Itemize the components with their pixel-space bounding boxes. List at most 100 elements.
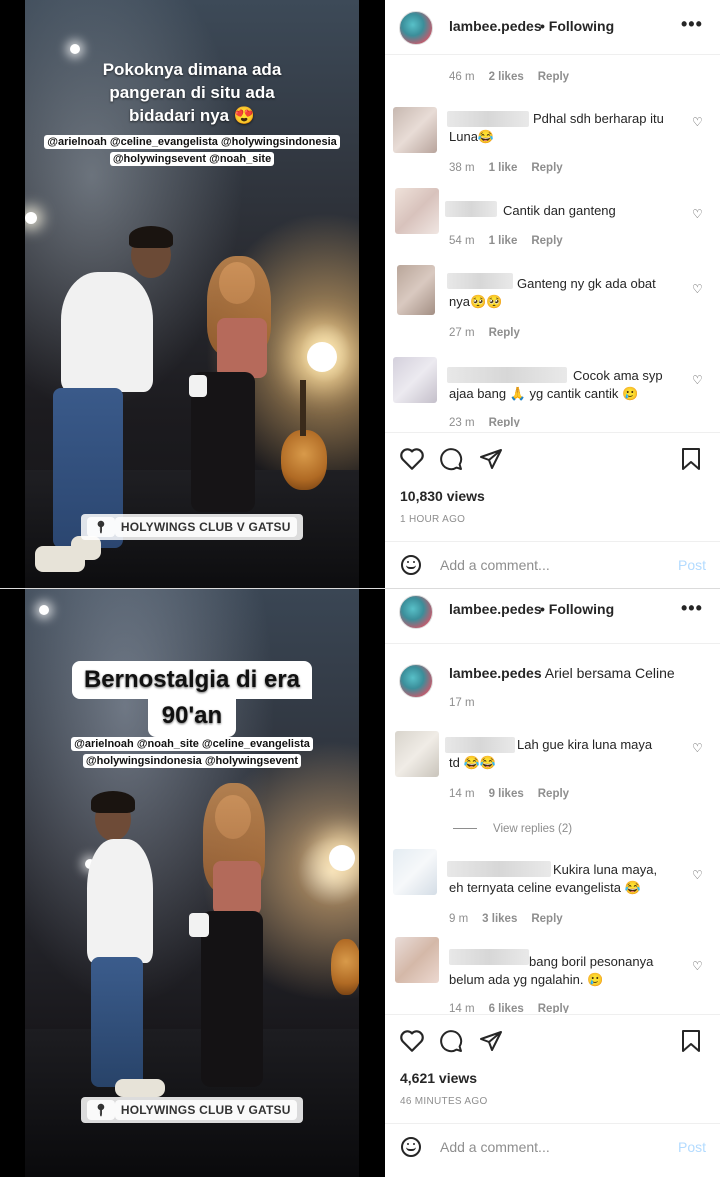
guitar-neck (300, 380, 306, 436)
woman-top (217, 318, 267, 378)
mention-tag[interactable]: @holywingsindonesia @holywingsevent (82, 754, 302, 768)
bookmark-icon[interactable] (681, 447, 701, 471)
comment-likes[interactable]: 1 like (489, 235, 518, 247)
comment-likes[interactable]: 2 likes (489, 71, 524, 83)
like-heart-icon[interactable]: ♡ (692, 282, 703, 296)
story-mentions: @arielnoah @noah_site @celine_evangelist… (25, 737, 359, 769)
more-icon[interactable]: ••• (681, 14, 703, 35)
avatar[interactable] (395, 731, 439, 777)
comment-likes[interactable]: 3 likes (482, 913, 517, 925)
more-icon[interactable]: ••• (681, 598, 703, 619)
following-label: Following (548, 18, 615, 34)
post-timestamp[interactable]: 1 HOUR AGO (400, 514, 465, 525)
avatar[interactable] (393, 357, 437, 403)
comment-meta: 27 m Reply (449, 327, 520, 339)
avatar[interactable] (393, 107, 437, 153)
mention-tag[interactable]: @arielnoah @noah_site @celine_evangelist… (71, 737, 313, 751)
avatar[interactable] (395, 937, 439, 983)
comment-icon[interactable] (439, 1029, 463, 1053)
comment-icon[interactable] (439, 447, 463, 471)
post-button[interactable]: Post (678, 1139, 706, 1155)
like-heart-icon[interactable]: ♡ (692, 868, 703, 882)
comment-time: 9 m (449, 913, 469, 925)
caption-line: pangeran di situ ada (109, 83, 275, 102)
avatar[interactable] (395, 188, 439, 234)
reply-button[interactable]: Reply (538, 1003, 569, 1013)
avatar[interactable] (393, 849, 437, 895)
avatar[interactable] (397, 265, 435, 315)
following-status[interactable]: • Following (540, 18, 614, 34)
comment-text: Luna😂 (449, 129, 495, 144)
comment-text: bang boril pesonanya (529, 954, 654, 969)
reply-button[interactable]: Reply (489, 327, 520, 339)
following-label: Following (548, 601, 615, 617)
comment-text: Ganteng ny gk ada obat (517, 276, 656, 291)
singer-hair (129, 226, 173, 248)
view-count[interactable]: 10,830 views (400, 488, 485, 504)
story-media[interactable]: Bernostalgia di era 90'an @arielnoah @no… (25, 589, 359, 1177)
share-icon[interactable] (479, 1029, 503, 1053)
comment-time: 17 m (449, 697, 475, 709)
like-heart-icon[interactable]: ♡ (692, 207, 703, 221)
avatar[interactable] (399, 11, 433, 45)
emoji-icon[interactable] (401, 555, 421, 575)
comment-text: nya🥺🥺 (449, 294, 503, 309)
like-heart-icon[interactable]: ♡ (692, 959, 703, 973)
avatar[interactable] (399, 595, 433, 629)
redacted-username (447, 861, 551, 877)
username-link[interactable]: lambee.pedes (449, 665, 542, 681)
post-button[interactable]: Post (678, 557, 706, 573)
post-timestamp[interactable]: 46 MINUTES AGO (400, 1096, 488, 1107)
redacted-username (447, 273, 513, 289)
share-icon[interactable] (479, 447, 503, 471)
avatar[interactable] (399, 664, 433, 698)
comment-input[interactable]: Add a comment... (440, 557, 550, 573)
heart-icon[interactable] (399, 447, 425, 471)
singer-shirt (87, 839, 153, 963)
heart-icon[interactable] (399, 1029, 425, 1053)
location-sticker[interactable]: 📍︎ HOLYWINGS CLUB V GATSU (25, 1097, 359, 1123)
mention-tag[interactable]: @arielnoah @celine_evangelista @holywing… (44, 135, 340, 149)
comment-time: 27 m (449, 327, 475, 339)
post-header: lambee.pedes • Following ••• (385, 589, 720, 644)
comment-meta: 9 m 3 likes Reply (449, 913, 563, 925)
comment-text: td 😂😂 (449, 755, 496, 770)
comment-input[interactable]: Add a comment... (440, 1139, 550, 1155)
reply-button[interactable]: Reply (538, 71, 569, 83)
woman-top (213, 861, 261, 915)
like-heart-icon[interactable]: ♡ (692, 741, 703, 755)
story-media[interactable]: Pokoknya dimana ada pangeran di situ ada… (25, 0, 359, 588)
caption-line: bidadari nya 😍 (128, 106, 256, 125)
letterbox-left (0, 0, 25, 588)
view-replies-button[interactable]: View replies (2) (453, 823, 572, 835)
like-heart-icon[interactable]: ♡ (692, 115, 703, 129)
comment-likes[interactable]: 9 likes (489, 788, 524, 800)
location-sticker[interactable]: 📍︎ HOLYWINGS CLUB V GATSU (25, 514, 359, 540)
reply-button[interactable]: Reply (531, 235, 562, 247)
post-2: Bernostalgia di era 90'an @arielnoah @no… (0, 588, 720, 1177)
comment-likes[interactable]: 1 like (489, 162, 518, 174)
comment-meta: 54 m 1 like Reply (449, 235, 563, 247)
comment-text: Cantik dan ganteng (503, 203, 616, 218)
bookmark-icon[interactable] (681, 1029, 701, 1053)
comments-list[interactable]: lambee.pedes Ariel bersama Celine 17 m L… (385, 639, 720, 1013)
following-status[interactable]: • Following (540, 601, 614, 617)
comments-list[interactable]: 46 m2 likes Reply Pdhal sdh berharap itu … (385, 55, 720, 427)
reply-button[interactable]: Reply (489, 417, 520, 427)
emoji-icon[interactable] (401, 1137, 421, 1157)
comment-text: Lah gue kira luna maya (517, 737, 653, 752)
reply-button[interactable]: Reply (538, 788, 569, 800)
like-heart-icon[interactable]: ♡ (692, 373, 703, 387)
reply-button[interactable]: Reply (531, 913, 562, 925)
redacted-username (449, 949, 529, 965)
username-link[interactable]: lambee.pedes (449, 601, 542, 617)
username-link[interactable]: lambee.pedes (449, 18, 542, 34)
mention-tag[interactable]: @holywingsevent @noah_site (109, 152, 275, 166)
reply-button[interactable]: Reply (531, 162, 562, 174)
comment-text: ajaa bang 🙏 yg cantik cantik 🥲 (449, 386, 639, 401)
comment-likes[interactable]: 6 likes (489, 1003, 524, 1013)
woman-pants (201, 911, 263, 1087)
location-label: HOLYWINGS CLUB V GATSU (114, 517, 297, 537)
view-count[interactable]: 4,621 views (400, 1070, 477, 1086)
singer-shirt (61, 272, 153, 392)
